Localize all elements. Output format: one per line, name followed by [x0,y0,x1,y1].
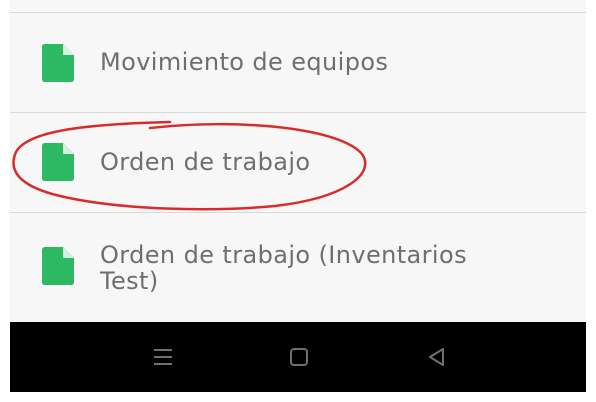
menu-lines-icon [154,349,172,365]
document-icon [42,247,74,285]
recent-apps-button[interactable] [148,342,178,372]
menu-item-label: Orden de trabajo [100,148,311,176]
document-icon [42,44,74,82]
document-icon [42,143,74,181]
menu-item-movimiento-de-equipos[interactable]: Movimiento de equipos [10,13,586,112]
back-triangle-icon [429,348,444,366]
system-navigation-bar [10,322,586,392]
home-square-icon [290,348,308,366]
home-button[interactable] [284,342,314,372]
menu-item-label: Orden de trabajo (Inventarios [100,241,467,269]
back-button[interactable] [422,342,452,372]
menu-item-orden-de-trabajo-inventarios-test[interactable]: Orden de trabajo (Inventarios Test) [10,213,586,321]
app-screen: Movimiento de equipos Orden de trabajo O… [10,0,586,392]
menu-item-label-line2: Test) [100,267,159,295]
menu-item-label: Movimiento de equipos [100,48,389,76]
menu-item-orden-de-trabajo[interactable]: Orden de trabajo [10,113,586,212]
